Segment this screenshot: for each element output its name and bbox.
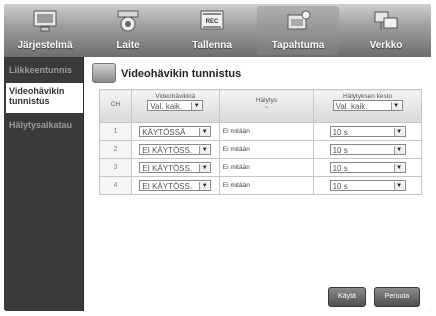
chevron-down-icon: ▼ bbox=[393, 164, 404, 172]
alarm-value[interactable]: Ei mitään bbox=[218, 140, 315, 159]
tab-tapahtuma[interactable]: Tapahtuma bbox=[257, 6, 339, 55]
network-icon bbox=[374, 11, 398, 30]
duration-select[interactable]: 10 s ▼ bbox=[329, 144, 406, 155]
header-duration: Hälytyksen kesto Val. kaik. ▼ bbox=[313, 89, 422, 123]
cancel-button[interactable]: Peruuta bbox=[374, 287, 420, 307]
chevron-down-icon: ▼ bbox=[393, 182, 404, 190]
duration-select[interactable]: 10 s ▼ bbox=[329, 180, 406, 191]
table-header-row: CH Videohävikkiä Val. kaik. ▼ Hälytys ⌄ H… bbox=[99, 89, 422, 123]
select-all-detection[interactable]: Val. kaik. ▼ bbox=[147, 100, 204, 111]
alarm-value[interactable]: Ei mitään bbox=[218, 158, 315, 177]
page-title: Videohävikin tunnistus bbox=[121, 68, 242, 80]
settings-table: CH Videohävikkiä Val. kaik. ▼ Hälytys ⌄ H… bbox=[99, 89, 422, 195]
header-detection: Videohävikkiä Val. kaik. ▼ bbox=[130, 89, 220, 123]
record-icon: REC bbox=[200, 10, 224, 30]
header-ch: CH bbox=[99, 89, 132, 123]
top-menu-bar: Järjestelmä Laite REC Tallenna Tapahtuma… bbox=[4, 4, 431, 57]
detection-select[interactable]: KÄYTÖSSÄ ▼ bbox=[139, 126, 212, 137]
chevron-down-icon: ▼ bbox=[199, 128, 210, 136]
channel-number: 2 bbox=[99, 140, 132, 159]
sidebar-item-videohavikin-tunnistus[interactable]: Videohävikin tunnistus bbox=[6, 83, 83, 113]
channel-number: 1 bbox=[99, 122, 132, 141]
chevron-down-icon: ▼ bbox=[191, 102, 202, 110]
tab-tallenna[interactable]: REC Tallenna bbox=[172, 6, 252, 55]
camera-icon bbox=[117, 10, 139, 32]
sidebar-item-liikkeentunnistus[interactable]: Liikkeentunnis bbox=[6, 65, 83, 75]
chevron-down-icon[interactable]: ⌄ bbox=[220, 103, 313, 110]
table-row: 4 EI KÄYTÖSS. ▼ Ei mitään 10 s ▼ bbox=[99, 176, 422, 195]
tab-label: Tallenna bbox=[192, 40, 232, 51]
tab-label: Verkko bbox=[369, 40, 403, 51]
tab-label: Laite bbox=[116, 40, 140, 51]
chevron-down-icon: ▼ bbox=[393, 128, 404, 136]
duration-select[interactable]: 10 s ▼ bbox=[329, 126, 406, 137]
select-all-duration[interactable]: Val. kaik. ▼ bbox=[332, 100, 403, 111]
system-icon bbox=[33, 10, 57, 32]
sidebar-item-halytysaikataulu[interactable]: Hälytysaikatau bbox=[6, 120, 83, 130]
channel-number: 4 bbox=[99, 176, 132, 195]
rec-badge: REC bbox=[206, 19, 219, 25]
tab-verkko[interactable]: Verkko bbox=[343, 6, 429, 55]
tab-jarjestelma[interactable]: Järjestelmä bbox=[6, 6, 84, 55]
tab-label: Järjestelmä bbox=[17, 40, 73, 51]
duration-select[interactable]: 10 s ▼ bbox=[329, 162, 406, 173]
chevron-down-icon: ▼ bbox=[199, 164, 210, 172]
chevron-down-icon: ▼ bbox=[393, 146, 404, 154]
chevron-down-icon: ▼ bbox=[199, 182, 210, 190]
alarm-value[interactable]: Ei mitään bbox=[218, 176, 315, 195]
header-alarm: Hälytys ⌄ bbox=[218, 89, 315, 123]
table-row: 1 KÄYTÖSSÄ ▼ Ei mitään 10 s ▼ bbox=[99, 122, 422, 141]
apply-button[interactable]: Käytä bbox=[328, 287, 366, 307]
chevron-down-icon: ▼ bbox=[199, 146, 210, 154]
chevron-down-icon: ▼ bbox=[390, 102, 401, 110]
app-window: Järjestelmä Laite REC Tallenna Tapahtuma… bbox=[4, 4, 431, 311]
alarm-value[interactable]: Ei mitään bbox=[218, 122, 315, 141]
tab-laite[interactable]: Laite bbox=[88, 6, 168, 55]
sidebar-item-label: Liikkeentunnis bbox=[9, 65, 73, 75]
sidebar-item-label: Videohävikin tunnistus bbox=[9, 86, 65, 106]
sidebar: Liikkeentunnis Videohävikin tunnistus Hä… bbox=[4, 57, 83, 311]
sidebar-item-label: Hälytysaikatau bbox=[9, 120, 73, 130]
detection-select[interactable]: EI KÄYTÖSS. ▼ bbox=[139, 162, 212, 173]
channel-number: 3 bbox=[99, 158, 132, 177]
main-panel: Videohävikin tunnistus CH Videohävikkiä … bbox=[84, 57, 431, 311]
event-icon bbox=[287, 10, 311, 30]
table-row: 3 EI KÄYTÖSS. ▼ Ei mitään 10 s ▼ bbox=[99, 158, 422, 177]
tab-label: Tapahtuma bbox=[271, 40, 325, 51]
detection-select[interactable]: EI KÄYTÖSS. ▼ bbox=[139, 144, 212, 155]
detection-select[interactable]: EI KÄYTÖSS. ▼ bbox=[139, 180, 212, 191]
table-row: 2 EI KÄYTÖSS. ▼ Ei mitään 10 s ▼ bbox=[99, 140, 422, 159]
event-icon bbox=[92, 63, 116, 83]
